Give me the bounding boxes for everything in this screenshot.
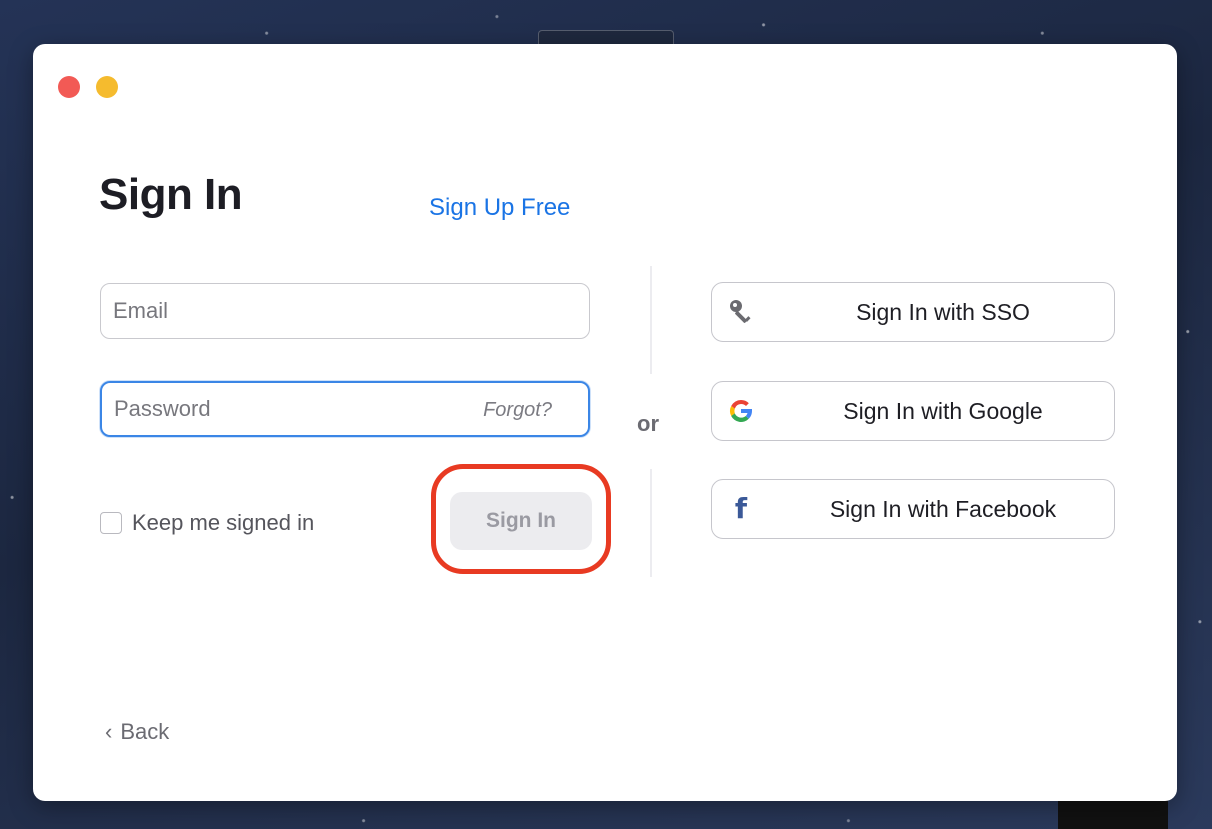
forgot-password-link[interactable]: Forgot? (483, 397, 552, 423)
close-window-button[interactable] (58, 76, 80, 98)
key-icon (726, 297, 756, 327)
page-title: Sign In (99, 170, 243, 219)
sign-in-button[interactable]: Sign In (450, 492, 592, 550)
keep-signed-in-checkbox[interactable] (100, 512, 122, 534)
email-input[interactable] (113, 284, 453, 338)
facebook-button-label: Sign In with Facebook (829, 495, 1057, 522)
sign-up-free-link[interactable]: Sign Up Free (429, 194, 570, 222)
keep-signed-in-option[interactable]: Keep me signed in (100, 509, 314, 537)
facebook-icon: f (734, 492, 748, 525)
back-label: Back (120, 719, 170, 744)
or-separator: or (637, 411, 659, 436)
back-button[interactable]: ‹ Back (105, 718, 169, 746)
background-dock-edge (1058, 799, 1168, 829)
minimize-window-button[interactable] (96, 76, 118, 98)
google-icon (726, 396, 756, 426)
sign-in-with-facebook-button[interactable]: f Sign In with Facebook (711, 479, 1115, 539)
sign-in-with-sso-button[interactable]: Sign In with SSO (711, 282, 1115, 342)
vertical-divider-top (650, 266, 652, 374)
email-field[interactable] (100, 283, 590, 339)
password-field[interactable]: Forgot? (100, 381, 590, 437)
keep-signed-in-label[interactable]: Keep me signed in (132, 509, 314, 537)
google-button-label: Sign In with Google (843, 397, 1043, 424)
signin-window: Sign In Sign Up Free Forgot? Keep me sig… (33, 44, 1177, 801)
vertical-divider-bottom (650, 469, 652, 577)
chevron-left-icon: ‹ (105, 719, 113, 744)
sign-in-with-google-button[interactable]: Sign In with Google (711, 381, 1115, 441)
password-input[interactable] (114, 383, 454, 435)
sso-button-label: Sign In with SSO (856, 298, 1030, 325)
